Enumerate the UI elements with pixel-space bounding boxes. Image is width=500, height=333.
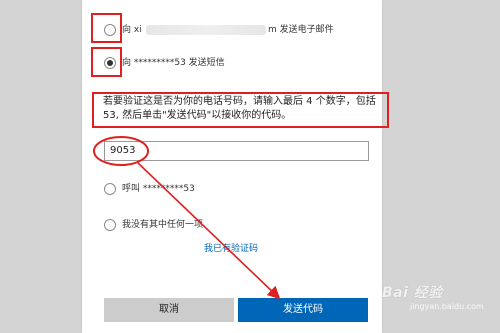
verification-panel: [82, 0, 382, 333]
watermark-logo: Bai 经验: [382, 285, 443, 301]
verification-instructions: 若要验证这是否为你的电话号码，请输入最后 4 个数字，包括 53, 然后单击"发…: [103, 96, 376, 121]
have-code-link[interactable]: 我已有验证码: [204, 243, 258, 255]
none-option-label: 我没有其中任何一项: [122, 220, 204, 230]
sms-option-label: 向 *********53 发送短信: [122, 58, 225, 68]
email-option-label-suffix: m 发送电子邮件: [268, 25, 334, 35]
email-option-label-prefix: 向 xi: [122, 25, 142, 35]
phone-digits-input-value: 9053: [110, 145, 136, 156]
watermark-url: jingyan.baidu.com: [410, 302, 484, 311]
email-address-redacted: [146, 25, 266, 35]
phone-digits-input[interactable]: [104, 141, 369, 161]
call-option-radio[interactable]: [104, 183, 116, 195]
call-option-label: 呼叫 *********53: [122, 184, 195, 194]
email-option-radio[interactable]: [104, 24, 116, 36]
send-code-button[interactable]: 发送代码: [238, 298, 368, 322]
sms-option-radio[interactable]: [104, 57, 116, 69]
cancel-button[interactable]: 取消: [104, 298, 234, 322]
none-option-radio[interactable]: [104, 219, 116, 231]
